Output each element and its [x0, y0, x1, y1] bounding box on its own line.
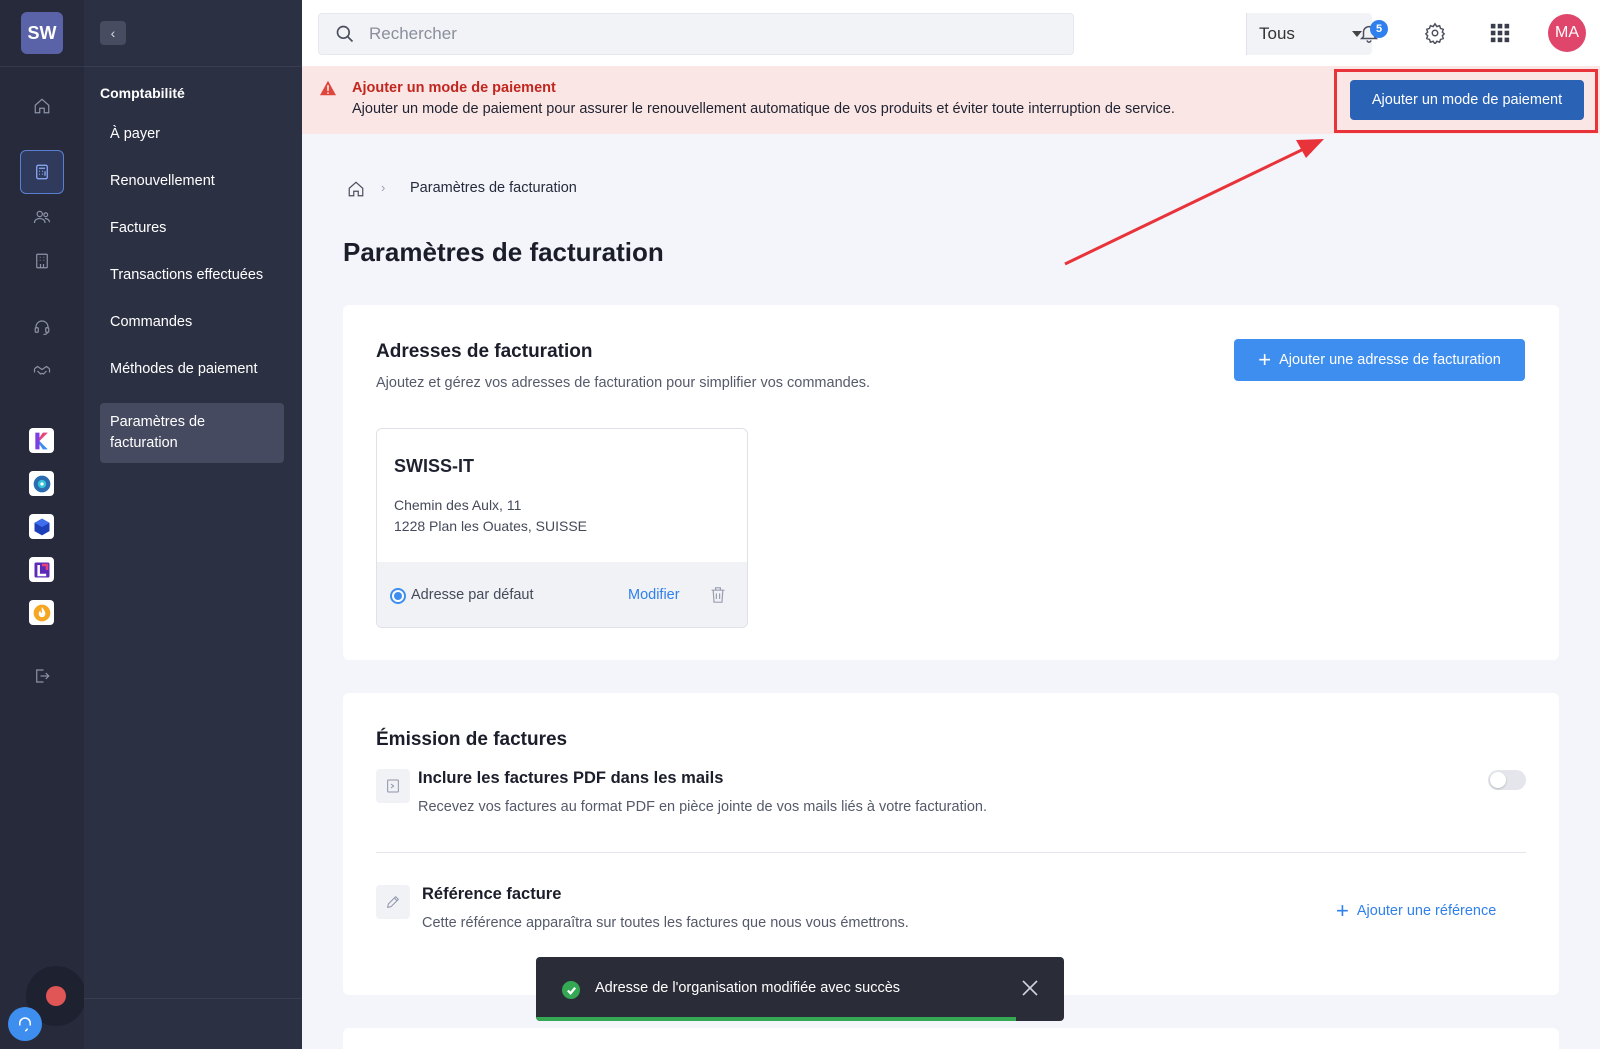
include-pdf-desc: Recevez vos factures au format PDF en pi… — [418, 799, 987, 815]
modify-address-link[interactable]: Modifier — [628, 587, 680, 603]
notification-badge: 5 — [1370, 20, 1388, 38]
search-bar[interactable]: Rechercher — [318, 13, 1074, 55]
sub-sidebar: ‹ Comptabilité À payer Renouvellement Fa… — [84, 0, 302, 1049]
search-icon — [336, 25, 354, 43]
toast-progress-bar — [536, 1017, 1017, 1021]
app-circle-icon[interactable] — [29, 471, 54, 496]
add-billing-address-label: Ajouter une adresse de facturation — [1279, 352, 1501, 368]
add-reference-label: Ajouter une référence — [1356, 903, 1497, 919]
alert-message: Ajouter un mode de paiement pour assurer… — [352, 101, 1175, 117]
sidebar-item-parametres-facturation[interactable]: Paramètres de facturation — [100, 403, 284, 463]
default-address-label: Adresse par défaut — [411, 587, 534, 603]
add-reference-button[interactable]: + Ajouter une référence — [1336, 900, 1496, 922]
sidebar-item-transactions[interactable]: Transactions effectuées — [100, 265, 284, 286]
sidebar-item-commandes[interactable]: Commandes — [100, 312, 284, 333]
calculator-icon[interactable] — [20, 150, 64, 194]
emission-divider — [376, 852, 1526, 853]
collapse-sidebar-button[interactable]: ‹ — [100, 21, 126, 45]
billing-addresses-card: Adresses de facturation Ajoutez et gérez… — [343, 305, 1559, 660]
top-bar: Rechercher Tous — [302, 0, 1600, 66]
logout-icon[interactable] — [20, 654, 64, 698]
breadcrumb-current: Paramètres de facturation — [410, 180, 577, 196]
trash-icon[interactable] — [710, 586, 728, 604]
address-card-footer: Adresse par défaut Modifier — [377, 562, 747, 627]
search-scope-value: Tous — [1259, 24, 1295, 43]
org-logo[interactable]: SW — [21, 12, 63, 54]
success-toast: Adresse de l'organisation modifiée avec … — [536, 957, 1064, 1021]
include-pdf-toggle[interactable] — [1488, 770, 1526, 790]
invoice-emission-title: Émission de factures — [376, 729, 568, 750]
address-line-1: Chemin des Aulx, 11 — [394, 497, 522, 513]
pencil-icon — [376, 885, 410, 919]
toast-message: Adresse de l'organisation modifiée avec … — [595, 980, 901, 996]
search-input[interactable]: Rechercher — [369, 24, 457, 44]
chevron-right-icon: › — [381, 180, 386, 195]
invoice-reference-desc: Cette référence apparaîtra sur toutes le… — [422, 915, 909, 931]
next-card — [343, 1028, 1559, 1049]
record-dot-icon — [46, 986, 66, 1006]
address-card: SWISS-IT Chemin des Aulx, 11 1228 Plan l… — [376, 428, 748, 628]
search-scope-select[interactable]: Tous — [1246, 13, 1372, 55]
home-icon[interactable] — [20, 84, 64, 128]
plus-icon: + — [1258, 347, 1272, 372]
address-name: SWISS-IT — [394, 456, 474, 476]
app-flame-icon[interactable] — [29, 600, 54, 625]
headset-icon[interactable] — [20, 305, 64, 349]
warning-icon — [320, 80, 336, 96]
building-icon[interactable] — [20, 239, 64, 283]
breadcrumb-home-icon[interactable] — [347, 180, 365, 198]
sidebar-divider — [84, 66, 302, 67]
rail-divider — [0, 66, 84, 67]
invoice-emission-card: Émission de factures Inclure les facture… — [343, 693, 1559, 995]
address-line-2: 1228 Plan les Ouates, SUISSE — [394, 518, 587, 534]
sidebar-item-methodes-paiement[interactable]: Méthodes de paiement — [100, 359, 284, 380]
sidebar-section-title: Comptabilité — [100, 85, 185, 101]
sidebar-item-renouvellement[interactable]: Renouvellement — [100, 171, 284, 192]
include-pdf-title: Inclure les factures PDF dans les mails — [418, 769, 724, 787]
icon-rail: SW — [0, 0, 86, 1049]
default-address-radio[interactable] — [390, 588, 406, 604]
handshake-icon[interactable] — [20, 349, 64, 393]
close-icon[interactable] — [1020, 978, 1042, 1000]
sidebar-bottom-divider — [84, 998, 302, 999]
gear-icon[interactable] — [1422, 20, 1448, 46]
annotation-highlight-box — [1334, 69, 1598, 133]
plus-icon: + — [1336, 898, 1349, 923]
success-check-icon — [562, 981, 580, 999]
app-k-icon[interactable] — [29, 428, 54, 453]
apps-grid-icon[interactable] — [1487, 20, 1513, 46]
alert-title: Ajouter un mode de paiement — [352, 80, 556, 96]
app-l-icon[interactable] — [29, 557, 54, 582]
billing-addresses-title: Adresses de facturation — [376, 341, 593, 362]
pdf-file-icon — [376, 769, 410, 803]
page-title: Paramètres de facturation — [343, 237, 664, 267]
billing-addresses-subtitle: Ajoutez et gérez vos adresses de factura… — [376, 375, 871, 391]
app-cube-icon[interactable] — [29, 514, 54, 539]
invoice-reference-title: Référence facture — [422, 885, 562, 903]
users-icon[interactable] — [20, 195, 64, 239]
sidebar-item-factures[interactable]: Factures — [100, 218, 284, 239]
sidebar-item-a-payer[interactable]: À payer — [100, 124, 284, 145]
avatar[interactable]: MA — [1548, 14, 1586, 52]
support-chat-button[interactable] — [8, 1007, 42, 1041]
add-billing-address-button[interactable]: + Ajouter une adresse de facturation — [1234, 339, 1525, 381]
